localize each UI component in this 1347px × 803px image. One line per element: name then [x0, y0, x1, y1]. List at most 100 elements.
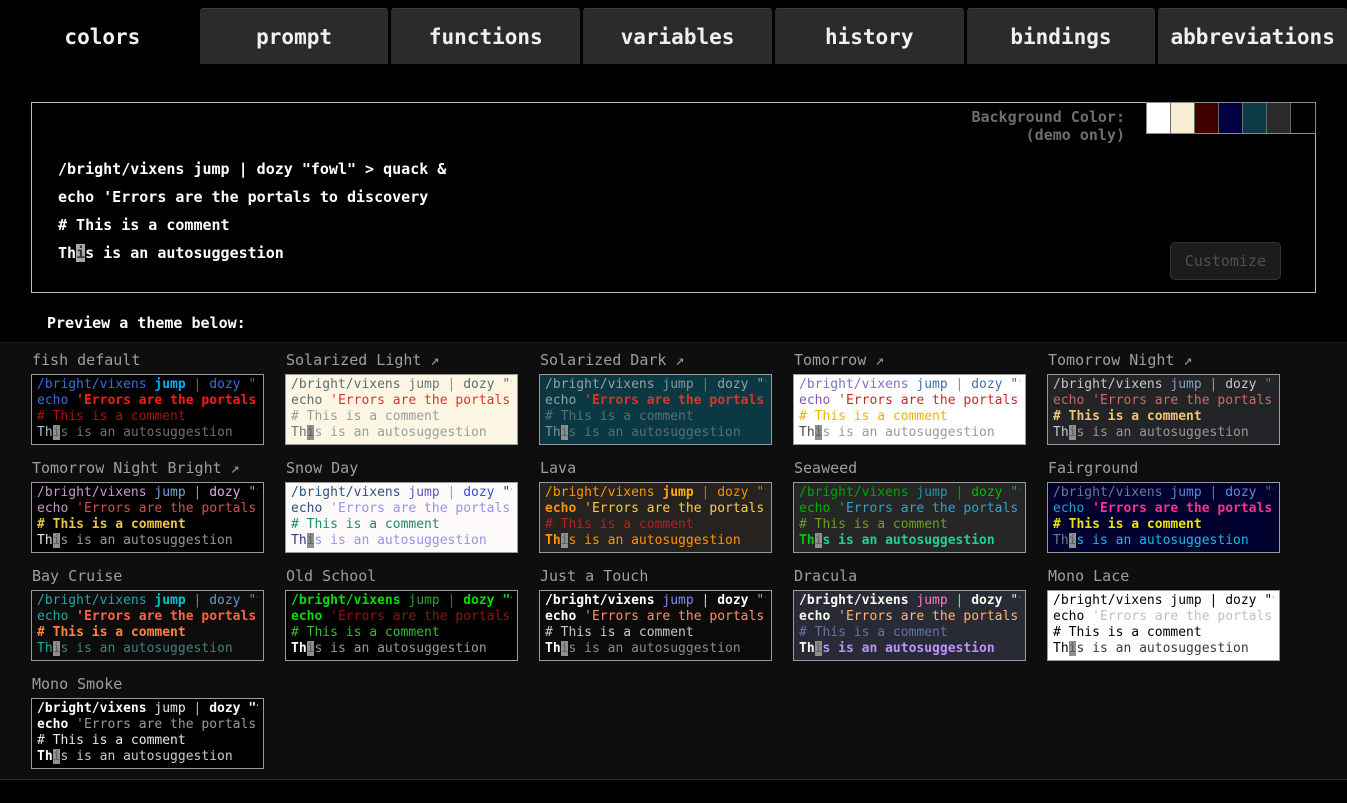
sample-line: /bright/vixens jump | dozy "fowl" > quac… [37, 701, 258, 717]
sample-cmd1: /bright/vixens [799, 593, 909, 608]
sample-fg: Th [1053, 533, 1069, 548]
sample-quote: "fowl" > quack & [1003, 377, 1020, 392]
sample-line: # This is a comment [799, 625, 1020, 641]
theme-card-mono-lace: Mono Lace/bright/vixens jump | dozy "fow… [1047, 563, 1280, 661]
theme-title: Snow Day [286, 459, 518, 477]
tab-bindings[interactable]: bindings [967, 8, 1156, 64]
bg-swatch-000000[interactable] [1291, 103, 1315, 133]
sample-cmd1: /bright/vixens [37, 593, 147, 608]
sample-echo: echo [1053, 609, 1084, 624]
sample-echo: echo [37, 501, 68, 516]
sample-line-autosuggestion: This is an autosuggestion [37, 749, 258, 765]
tab-functions[interactable]: functions [391, 8, 580, 64]
theme-name: Just a Touch [540, 567, 648, 585]
tab-bar: colorspromptfunctionsvariableshistorybin… [8, 8, 1347, 64]
sample-sep: | [694, 593, 717, 608]
bg-swatch-400000[interactable] [1195, 103, 1219, 133]
sample-line: echo 'Errors are the portals to discover… [37, 501, 258, 517]
theme-preview-tomorrow-night[interactable]: /bright/vixens jump | dozy "fowl" > quac… [1047, 374, 1280, 445]
sample-line-autosuggestion: This is an autosuggestion [799, 425, 1020, 441]
theme-preview-mono-smoke[interactable]: /bright/vixens jump | dozy "fowl" > quac… [31, 698, 264, 769]
theme-preview-seaweed[interactable]: /bright/vixens jump | dozy "fowl" > quac… [793, 482, 1026, 553]
sample-comment: # This is a comment [545, 625, 694, 640]
theme-title: Solarized Dark ↗ [540, 351, 772, 369]
sample-line: # This is a comment [291, 409, 512, 425]
sample-autosug: s is an autosuggestion [822, 533, 994, 548]
sample-line: # This is a comment [37, 517, 258, 533]
theme-preview-mono-lace[interactable]: /bright/vixens jump | dozy "fowl" > quac… [1047, 590, 1280, 661]
sample-cmd2: dozy [209, 593, 240, 608]
sample-line: # This is a comment [1053, 517, 1274, 533]
terminal-line: /bright/vixens jump | dozy "fowl" > quac… [58, 155, 446, 183]
sample-fg: Th [1053, 641, 1069, 656]
sample-line: echo 'Errors are the portals to discover… [1053, 393, 1274, 409]
sample-quote: "fowl" > quack & [1003, 485, 1020, 500]
theme-preview-lava[interactable]: /bright/vixens jump | dozy "fowl" > quac… [539, 482, 772, 553]
sample-line: /bright/vixens jump | dozy "fowl" > quac… [1053, 377, 1274, 393]
terminal-cursor: i [76, 244, 85, 262]
sample-line: /bright/vixens jump | dozy "fowl" > quac… [37, 593, 258, 609]
tab-variables[interactable]: variables [583, 8, 772, 64]
sample-line: /bright/vixens jump | dozy "fowl" > quac… [37, 485, 258, 501]
sample-fg: Th [799, 425, 815, 440]
tab-colors[interactable]: colors [8, 8, 197, 64]
external-link-icon[interactable]: ↗ [666, 351, 684, 369]
tab-prompt[interactable]: prompt [200, 8, 389, 64]
bg-swatch-0d3a46[interactable] [1243, 103, 1267, 133]
theme-preview-fish-default[interactable]: /bright/vixens jump | dozy "fowl" > quac… [31, 374, 264, 445]
customize-button[interactable]: Customize [1170, 242, 1281, 280]
sample-fg: Th [545, 641, 561, 656]
theme-preview-old-school[interactable]: /bright/vixens jump | dozy "fowl" > quac… [285, 590, 518, 661]
sample-line: # This is a comment [37, 625, 258, 641]
theme-grid: fish default/bright/vixens jump | dozy "… [31, 347, 1316, 769]
sample-line: echo 'Errors are the portals to discover… [545, 393, 766, 409]
theme-preview-bay-cruise[interactable]: /bright/vixens jump | dozy "fowl" > quac… [31, 590, 264, 661]
tab-history[interactable]: history [775, 8, 964, 64]
sample-autosug: s is an autosuggestion [60, 425, 232, 440]
sample-sep: | [186, 485, 209, 500]
external-link-icon[interactable]: ↗ [222, 459, 240, 477]
sample-line: # This is a comment [545, 409, 766, 425]
theme-preview-snow-day[interactable]: /bright/vixens jump | dozy "fowl" > quac… [285, 482, 518, 553]
sample-sep: | [186, 593, 209, 608]
theme-preview-just-a-touch[interactable]: /bright/vixens jump | dozy "fowl" > quac… [539, 590, 772, 661]
sample-err: 'Errors are the portals to discovery [576, 609, 766, 624]
sample-cmd1: /bright/vixens [545, 377, 655, 392]
theme-name: Solarized Dark [540, 351, 666, 369]
sample-cmd1: /bright/vixens [545, 485, 655, 500]
theme-preview-solarized-dark[interactable]: /bright/vixens jump | dozy "fowl" > quac… [539, 374, 772, 445]
theme-preview-solarized-light[interactable]: /bright/vixens jump | dozy "fowl" > quac… [285, 374, 518, 445]
bg-swatch-2b2b2b[interactable] [1267, 103, 1291, 133]
external-link-icon[interactable]: ↗ [1174, 351, 1192, 369]
theme-card-snow-day: Snow Day/bright/vixens jump | dozy "fowl… [285, 455, 518, 553]
sample-echo: echo [1053, 501, 1084, 516]
sample-fg: Th [37, 641, 53, 656]
theme-title: fish default [32, 351, 264, 369]
sample-line-autosuggestion: This is an autosuggestion [291, 533, 512, 549]
external-link-icon[interactable]: ↗ [421, 351, 439, 369]
sample-cmd2: dozy [209, 377, 240, 392]
sample-comment: # This is a comment [291, 517, 440, 532]
sample-quote: "fowl" > quack & [749, 377, 766, 392]
sample-autosug: s is an autosuggestion [314, 533, 486, 548]
sample-comment: # This is a comment [37, 625, 186, 640]
bg-swatch-ffffff[interactable] [1147, 103, 1171, 133]
bg-swatch-f7ecd4[interactable] [1171, 103, 1195, 133]
theme-preview-tomorrow[interactable]: /bright/vixens jump | dozy "fowl" > quac… [793, 374, 1026, 445]
sample-cmd2: dozy [463, 593, 494, 608]
sample-echo: echo [291, 501, 322, 516]
sample-param: jump [147, 593, 186, 608]
sample-comment: # This is a comment [1053, 409, 1202, 424]
theme-preview-tomorrow-night-bright[interactable]: /bright/vixens jump | dozy "fowl" > quac… [31, 482, 264, 553]
sample-sep: | [1202, 593, 1225, 608]
external-link-icon[interactable]: ↗ [866, 351, 884, 369]
sample-fg: Th [291, 641, 307, 656]
theme-preview-dracula[interactable]: /bright/vixens jump | dozy "fowl" > quac… [793, 590, 1026, 661]
bg-swatch-000040[interactable] [1219, 103, 1243, 133]
tab-abbreviations[interactable]: abbreviations [1158, 8, 1347, 64]
theme-title: Mono Lace [1048, 567, 1280, 585]
sample-cmd1: /bright/vixens [291, 377, 401, 392]
theme-preview-fairground[interactable]: /bright/vixens jump | dozy "fowl" > quac… [1047, 482, 1280, 553]
sample-line: /bright/vixens jump | dozy "fowl" > quac… [1053, 485, 1274, 501]
sample-cmd1: /bright/vixens [37, 485, 147, 500]
